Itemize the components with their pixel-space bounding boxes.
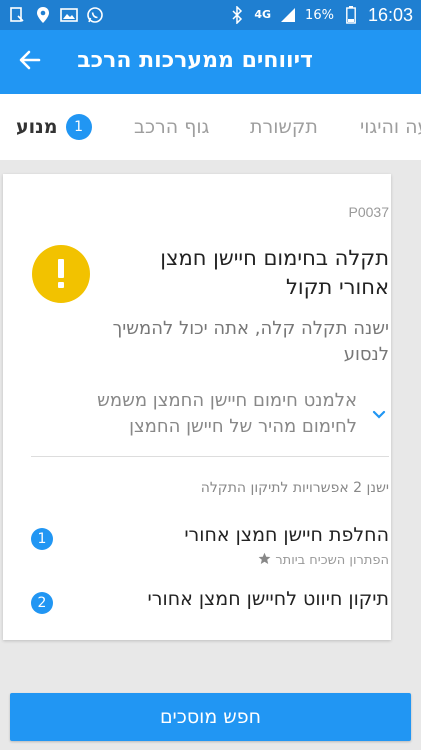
status-right-icons: 4G 16% 16:03 <box>228 5 413 26</box>
battery-icon <box>342 6 360 24</box>
tab-body-label: גוף הרכב <box>134 116 210 138</box>
chevron-down-icon[interactable] <box>369 404 389 424</box>
battery-percent: 16% <box>305 7 334 23</box>
tab-engine-label: מנוע <box>16 116 58 138</box>
fault-card: P0037 תקלה בחימום חיישן חמצן אחורי תקול … <box>3 174 391 640</box>
star-icon <box>258 552 271 569</box>
fix-options-count: ישנן 2 אפשרויות לתיקון התקלה <box>200 480 389 496</box>
divider <box>31 456 389 457</box>
location-icon <box>34 6 52 24</box>
tab-drive-steering-label: הנעה והיגוי <box>360 116 421 138</box>
fault-severity-text: ישנה תקלה קלה, אתה יכול להמשיך לנסוע <box>112 318 389 365</box>
app-bar: דיווחים ממערכות הרכב <box>0 30 421 94</box>
arrow-left-icon <box>19 49 41 75</box>
device-icon <box>8 6 26 24</box>
fix-option-1-subtitle: הפתרון השכיח ביותר <box>258 552 389 569</box>
tab-bar: 1 מנוע גוף הרכב תקשורת הנעה והיגוי <box>0 94 421 160</box>
fix-option-2-number: 2 <box>31 592 53 614</box>
status-left-icons <box>8 6 104 24</box>
tab-communication[interactable]: תקשורת <box>250 94 318 160</box>
tab-drive-steering[interactable]: הנעה והיגוי <box>360 94 421 160</box>
status-bar: 4G 16% 16:03 <box>0 0 421 30</box>
fix-option-2-title: תיקון חיווט לחיישן חמצן אחורי <box>147 588 389 610</box>
clock: 16:03 <box>367 4 413 25</box>
tab-engine-number: 1 <box>65 114 92 140</box>
fix-option-1-title: החלפת חיישן חמצן אחורי <box>184 524 389 546</box>
image-icon <box>60 6 78 24</box>
fault-headline: תקלה בחימום חיישן חמצן אחורי תקול <box>160 246 389 299</box>
back-button[interactable] <box>12 44 48 80</box>
page-title: דיווחים ממערכות הרכב <box>77 48 313 73</box>
warning-icon <box>32 245 90 303</box>
tab-engine[interactable]: 1 מנוע <box>16 94 92 160</box>
bluetooth-icon <box>228 6 246 24</box>
tab-communication-label: תקשורת <box>250 116 318 138</box>
network-type: 4G <box>254 8 272 21</box>
fix-option-1[interactable]: 1 החלפת חיישן חמצן אחורי הפתרון השכיח בי… <box>3 524 391 568</box>
fault-code: P0037 <box>348 204 389 220</box>
fault-description-expander[interactable]: אלמנט חימום חיישן החמצן משמש לחימום מהיר… <box>3 388 389 450</box>
signal-icon <box>279 6 297 24</box>
fix-option-1-number: 1 <box>31 528 53 550</box>
tab-body[interactable]: גוף הרכב <box>134 94 209 160</box>
fix-option-1-subtitle-text: הפתרון השכיח ביותר <box>275 553 389 568</box>
find-garages-button[interactable]: חפש מוסכים <box>10 693 411 741</box>
whatsapp-icon <box>86 6 104 24</box>
fault-description: אלמנט חימום חיישן החמצן משמש לחימום מהיר… <box>97 390 357 437</box>
fix-option-2[interactable]: 2 תיקון חיווט לחיישן חמצן אחורי <box>3 588 391 632</box>
